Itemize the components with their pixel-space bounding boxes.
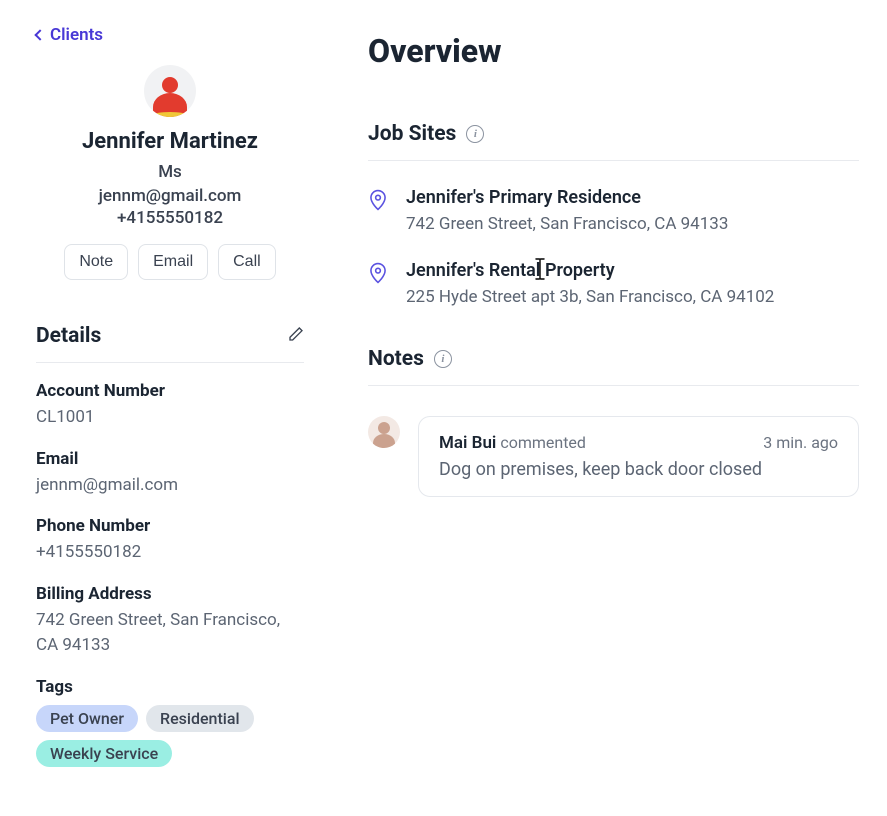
client-phone: +4155550182	[36, 208, 304, 228]
overview-title: Overview	[368, 32, 859, 70]
client-sidebar: Clients Jennifer Martinez Ms jennm@gmail…	[0, 0, 340, 816]
phone-value: +4155550182	[36, 540, 304, 566]
tags-list: Pet Owner Residential Weekly Service	[36, 705, 304, 767]
chevron-left-icon	[34, 29, 45, 40]
email-button[interactable]: Email	[138, 244, 208, 280]
detail-email: Email jennm@gmail.com	[36, 449, 304, 499]
note-card[interactable]: Mai Bui commented 3 min. ago Dog on prem…	[418, 416, 859, 497]
billing-value: 742 Green Street, San Francisco, CA 9413…	[36, 608, 304, 659]
client-title: Ms	[36, 162, 304, 182]
pin-icon	[368, 189, 388, 234]
note-author: Mai Bui	[439, 433, 496, 453]
note-button[interactable]: Note	[64, 244, 128, 280]
detail-tags: Tags Pet Owner Residential Weekly Servic…	[36, 677, 304, 767]
detail-billing: Billing Address 742 Green Street, San Fr…	[36, 584, 304, 659]
note-action: commented	[500, 433, 586, 452]
action-buttons: Note Email Call	[36, 244, 304, 280]
note-author-avatar	[368, 416, 400, 448]
email-label: Email	[36, 449, 304, 469]
site-name: Jennifer's Primary Residence	[406, 187, 728, 208]
tag[interactable]: Residential	[146, 705, 254, 732]
account-value: CL1001	[36, 405, 304, 431]
client-email: jennm@gmail.com	[36, 186, 304, 206]
note-header: Mai Bui commented 3 min. ago	[439, 433, 838, 453]
email-value: jennm@gmail.com	[36, 473, 304, 499]
details-heading: Details	[36, 324, 101, 348]
site-address: 742 Green Street, San Francisco, CA 9413…	[406, 214, 728, 234]
tag[interactable]: Pet Owner	[36, 705, 138, 732]
job-site-item[interactable]: Jennifer's Primary Residence 742 Green S…	[368, 187, 859, 234]
main-panel: Overview Job Sites i Jennifer's Primary …	[340, 0, 887, 816]
notes-header: Notes i	[368, 347, 859, 386]
site-address: 225 Hyde Street apt 3b, San Francisco, C…	[406, 287, 774, 307]
tag[interactable]: Weekly Service	[36, 740, 172, 767]
detail-account: Account Number CL1001	[36, 381, 304, 431]
detail-phone: Phone Number +4155550182	[36, 516, 304, 566]
edit-icon[interactable]	[288, 326, 304, 346]
job-site-item[interactable]: Jennifer's Rental Property 225 Hyde Stre…	[368, 260, 859, 307]
info-icon[interactable]: i	[434, 350, 452, 368]
pin-icon	[368, 262, 388, 307]
info-icon[interactable]: i	[466, 125, 484, 143]
call-button[interactable]: Call	[218, 244, 276, 280]
profile-section: Jennifer Martinez Ms jennm@gmail.com +41…	[36, 65, 304, 280]
client-avatar	[144, 65, 196, 117]
back-to-clients[interactable]: Clients	[36, 25, 103, 45]
account-label: Account Number	[36, 381, 304, 401]
note-time: 3 min. ago	[763, 433, 838, 452]
details-header: Details	[36, 324, 304, 363]
note-body: Dog on premises, keep back door closed	[439, 459, 838, 480]
job-sites-heading: Job Sites	[368, 122, 456, 146]
notes-heading: Notes	[368, 347, 424, 371]
client-name: Jennifer Martinez	[36, 129, 304, 154]
billing-label: Billing Address	[36, 584, 304, 604]
site-name: Jennifer's Rental Property	[406, 260, 774, 281]
job-sites-header: Job Sites i	[368, 122, 859, 161]
phone-label: Phone Number	[36, 516, 304, 536]
tags-label: Tags	[36, 677, 304, 697]
back-label: Clients	[50, 25, 103, 45]
note-item: Mai Bui commented 3 min. ago Dog on prem…	[368, 416, 859, 497]
